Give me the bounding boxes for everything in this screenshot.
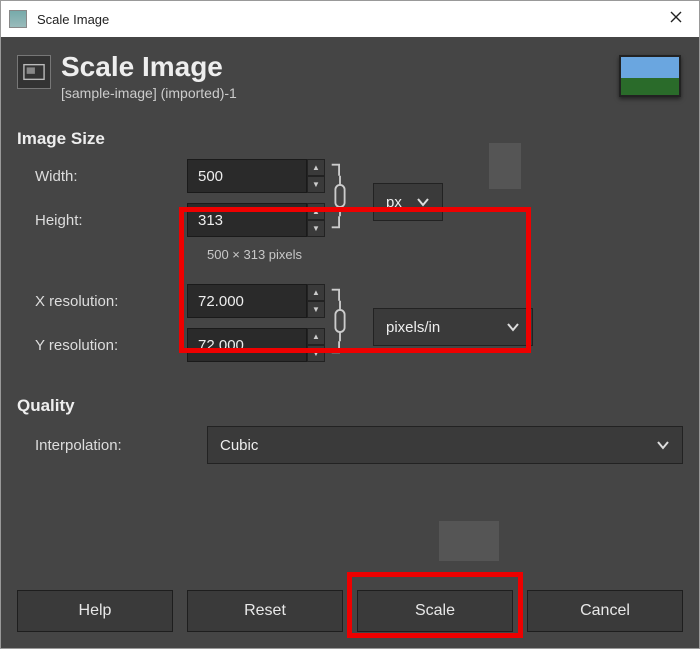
- image-size-section-title: Image Size: [17, 129, 683, 149]
- dialog-subtitle: [sample-image] (imported)-1: [61, 85, 237, 101]
- y-resolution-label: Y resolution:: [17, 337, 187, 354]
- close-button[interactable]: [653, 1, 699, 33]
- xres-up-button[interactable]: ▲: [307, 284, 325, 301]
- interpolation-dropdown[interactable]: Cubic: [207, 426, 683, 464]
- window-title: Scale Image: [37, 12, 691, 27]
- scale-button[interactable]: Scale: [357, 590, 513, 632]
- y-resolution-input[interactable]: ▲ ▼: [187, 328, 325, 362]
- resolution-chain-link[interactable]: [325, 286, 355, 356]
- pixel-dimensions-info: 500 × 313 pixels: [207, 247, 325, 262]
- image-thumbnail: [619, 55, 681, 97]
- scale-image-dialog: Scale Image Scale Image [sample-image] (…: [0, 0, 700, 649]
- redaction-block: [489, 143, 521, 189]
- x-resolution-label: X resolution:: [17, 293, 187, 310]
- height-input[interactable]: ▲ ▼: [187, 203, 325, 237]
- scale-image-icon: [17, 55, 51, 89]
- width-label: Width:: [17, 168, 187, 185]
- xres-down-button[interactable]: ▼: [307, 301, 325, 318]
- close-icon: [670, 11, 682, 23]
- help-button[interactable]: Help: [17, 590, 173, 632]
- x-resolution-field[interactable]: [187, 284, 307, 318]
- size-chain-link[interactable]: [325, 161, 355, 231]
- width-up-button[interactable]: ▲: [307, 159, 325, 176]
- chevron-down-icon: [506, 319, 520, 336]
- width-field[interactable]: [187, 159, 307, 193]
- height-field[interactable]: [187, 203, 307, 237]
- size-unit-dropdown[interactable]: px: [373, 183, 443, 221]
- app-icon: [9, 10, 27, 28]
- interpolation-label: Interpolation:: [17, 437, 207, 454]
- chevron-down-icon: [656, 437, 670, 454]
- height-down-button[interactable]: ▼: [307, 220, 325, 237]
- button-bar: Help Reset Scale Cancel: [17, 590, 683, 632]
- x-resolution-input[interactable]: ▲ ▼: [187, 284, 325, 318]
- redaction-block: [439, 521, 499, 561]
- interpolation-value: Cubic: [220, 437, 258, 454]
- yres-down-button[interactable]: ▼: [307, 345, 325, 362]
- yres-up-button[interactable]: ▲: [307, 328, 325, 345]
- dialog-header: Scale Image [sample-image] (imported)-1: [17, 51, 683, 101]
- height-up-button[interactable]: ▲: [307, 203, 325, 220]
- width-input[interactable]: ▲ ▼: [187, 159, 325, 193]
- y-resolution-field[interactable]: [187, 328, 307, 362]
- size-unit-value: px: [386, 194, 402, 211]
- quality-section-title: Quality: [17, 396, 683, 416]
- height-label: Height:: [17, 212, 187, 229]
- width-down-button[interactable]: ▼: [307, 176, 325, 193]
- reset-button[interactable]: Reset: [187, 590, 343, 632]
- resolution-unit-value: pixels/in: [386, 319, 440, 336]
- dialog-title: Scale Image: [61, 51, 237, 83]
- chevron-down-icon: [416, 194, 430, 211]
- resolution-unit-dropdown[interactable]: pixels/in: [373, 308, 533, 346]
- cancel-button[interactable]: Cancel: [527, 590, 683, 632]
- titlebar[interactable]: Scale Image: [1, 1, 699, 37]
